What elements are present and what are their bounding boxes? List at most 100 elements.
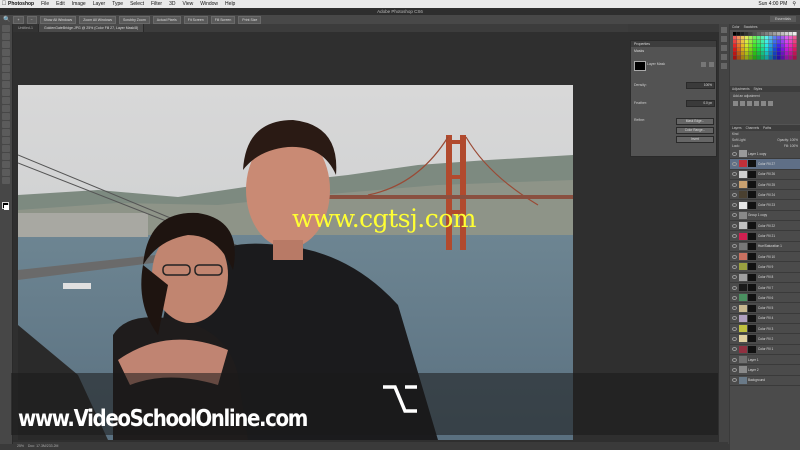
swatch[interactable] — [733, 36, 737, 40]
zoom-in-icon[interactable]: + — [13, 15, 24, 24]
curves-icon[interactable] — [747, 101, 752, 106]
swatch[interactable] — [765, 48, 769, 52]
eye-icon[interactable] — [732, 295, 737, 300]
swatch[interactable] — [781, 44, 785, 48]
swatch[interactable] — [737, 36, 741, 40]
swatch[interactable] — [757, 52, 761, 56]
layer-row[interactable]: Layer 2 — [730, 365, 800, 376]
swatch[interactable] — [757, 32, 761, 36]
swatch[interactable] — [781, 56, 785, 60]
layer-row[interactable]: Color Fill 21 — [730, 231, 800, 242]
layer-row[interactable]: Color Fill 27 — [730, 159, 800, 170]
swatch[interactable] — [733, 56, 737, 60]
swatch[interactable] — [773, 52, 777, 56]
swatch[interactable] — [733, 44, 737, 48]
zoom-all-windows-checkbox[interactable]: Zoom All Windows — [79, 15, 116, 24]
eye-icon[interactable] — [732, 213, 737, 218]
swatch[interactable] — [777, 56, 781, 60]
info-icon[interactable] — [721, 45, 727, 51]
menu-file[interactable]: File — [41, 1, 49, 7]
tab-paths[interactable]: Paths — [761, 125, 773, 131]
history-icon[interactable] — [721, 27, 727, 33]
layer-row[interactable]: Group 1 copy — [730, 211, 800, 222]
swatch[interactable] — [737, 40, 741, 44]
menu-3d[interactable]: 3D — [169, 1, 175, 7]
swatch[interactable] — [761, 40, 765, 44]
menu-app[interactable]: Photoshop — [8, 1, 34, 7]
layer-mask-thumbnail[interactable] — [748, 345, 756, 353]
swatch[interactable] — [733, 48, 737, 52]
menu-window[interactable]: Window — [200, 1, 218, 7]
menu-view[interactable]: View — [183, 1, 194, 7]
swatch[interactable] — [753, 40, 757, 44]
swatch[interactable] — [749, 56, 753, 60]
layer-mask-thumbnail[interactable] — [748, 325, 756, 333]
scrubby-zoom-checkbox[interactable]: Scrubby Zoom — [118, 15, 150, 24]
pixel-mask-icon[interactable] — [701, 62, 706, 67]
swatch[interactable] — [757, 40, 761, 44]
swatch[interactable] — [793, 32, 797, 36]
tab-layers[interactable]: Layers — [730, 125, 744, 131]
eye-icon[interactable] — [732, 264, 737, 269]
hand-tool-icon[interactable] — [2, 169, 10, 176]
blend-mode-select[interactable]: Soft Light — [732, 138, 745, 142]
swatch[interactable] — [737, 48, 741, 52]
eye-icon[interactable] — [732, 275, 737, 280]
blur-tool-icon[interactable] — [2, 121, 10, 128]
brush-presets-icon[interactable] — [721, 54, 727, 60]
swatch[interactable] — [769, 40, 773, 44]
swatch[interactable] — [777, 40, 781, 44]
swatch[interactable] — [741, 40, 745, 44]
exposure-icon[interactable] — [754, 101, 759, 106]
character-icon[interactable] — [721, 63, 727, 69]
eye-icon[interactable] — [732, 234, 737, 239]
eye-icon[interactable] — [732, 378, 737, 383]
layer-row[interactable]: Color Fill 24 — [730, 190, 800, 201]
layer-mask-thumbnail[interactable] — [748, 181, 756, 189]
swatch[interactable] — [785, 40, 789, 44]
swatch[interactable] — [781, 32, 785, 36]
feather-field[interactable]: 0.0 px — [686, 100, 715, 107]
swatch[interactable] — [769, 52, 773, 56]
zoom-tool-icon[interactable]: 🔍 — [3, 16, 10, 23]
layer-row[interactable]: Color Fill 23 — [730, 200, 800, 211]
eye-icon[interactable] — [732, 151, 737, 156]
swatch[interactable] — [765, 40, 769, 44]
swatch[interactable] — [757, 48, 761, 52]
shape-tool-icon[interactable] — [2, 161, 10, 168]
tab-color[interactable]: Color — [730, 24, 742, 30]
quick-select-tool-icon[interactable] — [2, 49, 10, 56]
swatches-grid[interactable] — [733, 32, 799, 62]
zoom-tool-icon[interactable] — [2, 177, 10, 184]
swatch[interactable] — [745, 40, 749, 44]
swatch[interactable] — [773, 40, 777, 44]
swatch[interactable] — [761, 36, 765, 40]
swatch[interactable] — [773, 56, 777, 60]
swatch[interactable] — [789, 44, 793, 48]
layer-mask-thumbnail[interactable] — [748, 201, 756, 209]
resize-windows-checkbox[interactable]: Show All Windows — [39, 15, 77, 24]
layer-mask-thumbnail[interactable] — [748, 242, 756, 250]
brush-tool-icon[interactable] — [2, 81, 10, 88]
pen-tool-icon[interactable] — [2, 137, 10, 144]
swatch[interactable] — [793, 56, 797, 60]
eye-icon[interactable] — [732, 336, 737, 341]
swatch[interactable] — [777, 48, 781, 52]
history-brush-tool-icon[interactable] — [2, 97, 10, 104]
swatch[interactable] — [761, 52, 765, 56]
swatch[interactable] — [745, 56, 749, 60]
layer-mask-thumbnail[interactable] — [748, 294, 756, 302]
color-range-button[interactable]: Color Range... — [676, 127, 714, 134]
marquee-tool-icon[interactable] — [2, 33, 10, 40]
swatch[interactable] — [745, 36, 749, 40]
swatch[interactable] — [753, 48, 757, 52]
swatch[interactable] — [757, 56, 761, 60]
layer-mask-thumbnail[interactable] — [748, 314, 756, 322]
swatch[interactable] — [733, 32, 737, 36]
layer-row[interactable]: Color Fill 5 — [730, 303, 800, 314]
swatch[interactable] — [793, 44, 797, 48]
eye-icon[interactable] — [732, 161, 737, 166]
swatch[interactable] — [749, 36, 753, 40]
brightness-icon[interactable] — [733, 101, 738, 106]
zoom-out-icon[interactable]: − — [26, 15, 37, 24]
